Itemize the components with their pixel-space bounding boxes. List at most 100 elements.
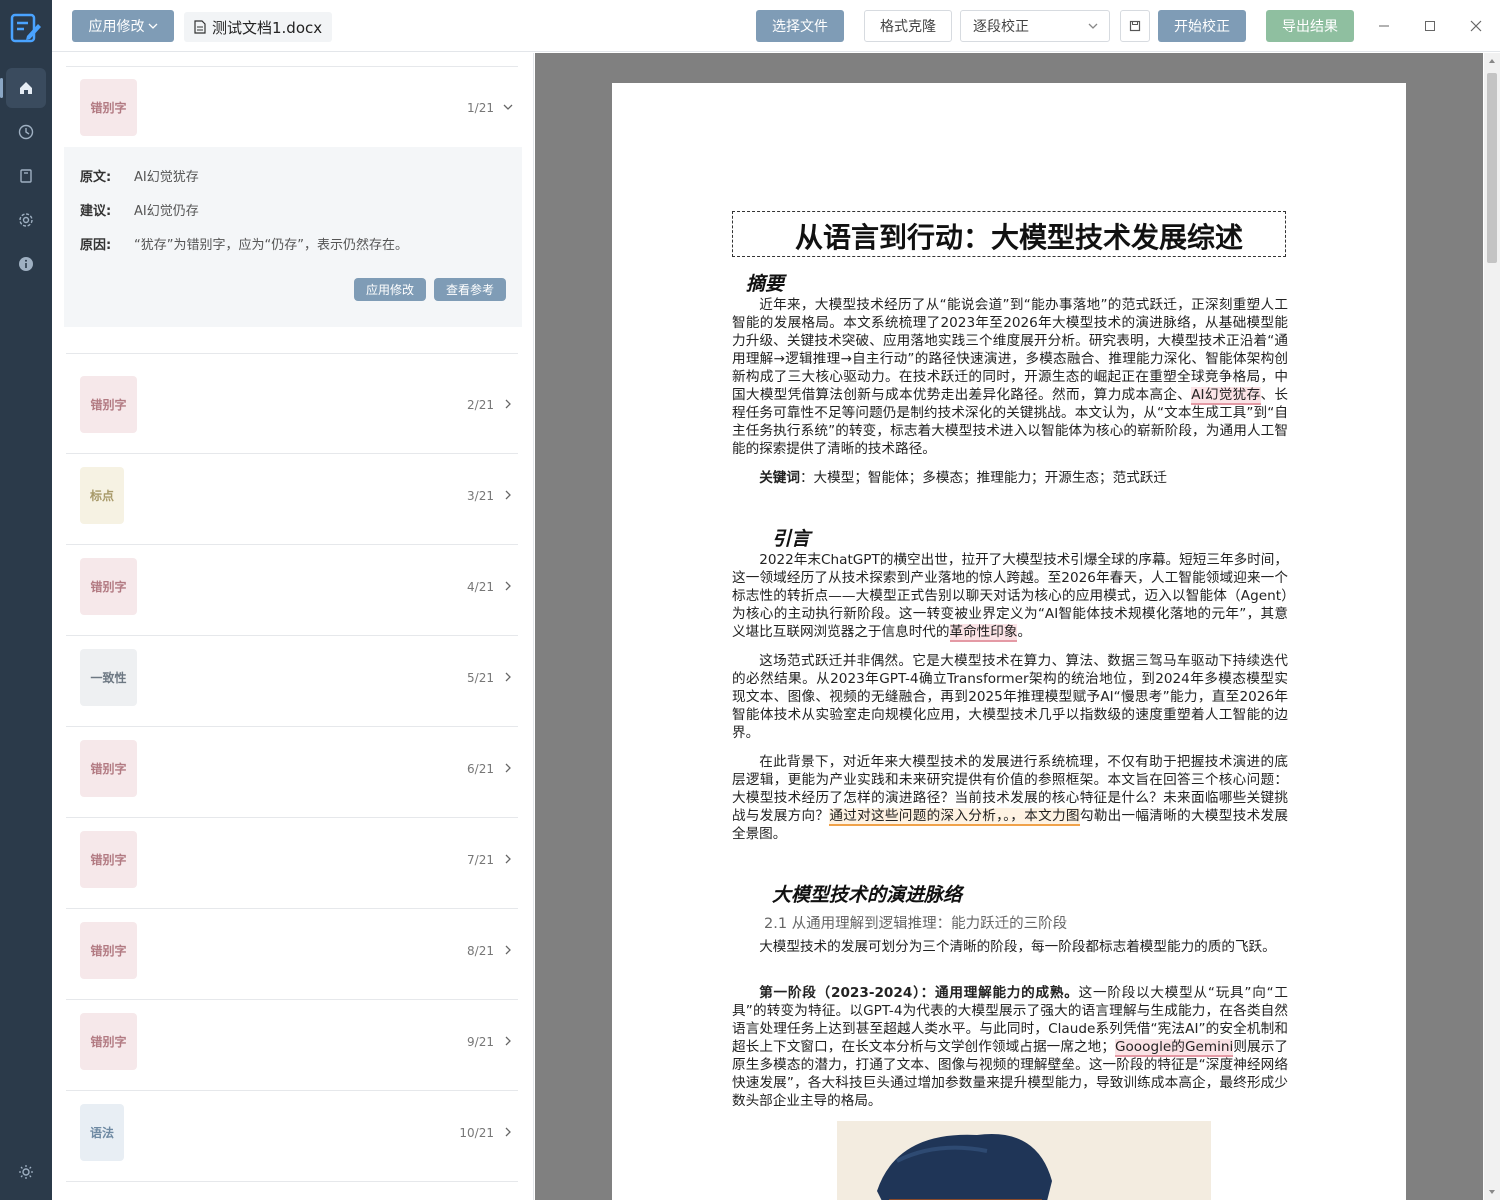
apply-fix-button[interactable]: 应用修改: [354, 278, 426, 301]
issue-count: 2/21: [467, 398, 494, 412]
issue-count: 4/21: [467, 580, 494, 594]
chevron-right-icon[interactable]: [502, 398, 514, 410]
body-paragraph: 大模型技术的发展可划分为三个清晰的阶段，每一阶段都标志着模型能力的质的飞跃。: [759, 939, 1276, 955]
original-text: AI幻觉犹存: [134, 170, 199, 185]
theme-toggle-button[interactable]: [6, 1152, 46, 1192]
chevron-right-icon[interactable]: [502, 1126, 514, 1138]
close-button[interactable]: [1466, 16, 1486, 36]
issue-count: 9/21: [467, 1035, 494, 1049]
about-nav-button[interactable]: [6, 244, 46, 284]
issue-item[interactable]: 错别字 7/21: [66, 819, 518, 909]
view-reference-button[interactable]: 查看参考: [434, 278, 506, 301]
issue-item[interactable]: 错别字 4/21: [66, 546, 518, 636]
divider: [66, 353, 518, 354]
issue-count: 6/21: [467, 762, 494, 776]
issues-panel: 错别字 1/21 原文: AI幻觉犹存 建议: AI幻觉仍存 原因: “犹存”为…: [52, 53, 534, 1200]
apply-dropdown-button[interactable]: 应用修改: [72, 10, 174, 42]
issue-type-badge: 错别字: [80, 79, 137, 136]
issue-count: 5/21: [467, 671, 494, 685]
issue-type-badge: 错别字: [80, 1013, 137, 1070]
suggest-label: 建议:: [80, 204, 112, 219]
library-nav-button[interactable]: [6, 156, 46, 196]
reason-text: “犹存”为错别字，应为“仍存”，表示仍然存在。: [134, 238, 408, 253]
document-title: 从语言到行动：大模型技术发展综述: [732, 211, 1286, 257]
save-icon: [1129, 20, 1141, 32]
chevron-right-icon[interactable]: [502, 580, 514, 592]
apply-dropdown-label: 应用修改: [88, 19, 145, 35]
scroll-up-icon[interactable]: [1484, 55, 1500, 67]
chevron-right-icon[interactable]: [502, 944, 514, 956]
original-label: 原文:: [80, 170, 112, 185]
maximize-icon: [1425, 21, 1435, 31]
history-nav-button[interactable]: [6, 112, 46, 152]
chevron-right-icon[interactable]: [502, 853, 514, 865]
clock-icon: [18, 124, 34, 140]
chevron-down-icon[interactable]: [502, 101, 514, 113]
file-tab[interactable]: 测试文档1.docx: [184, 12, 332, 42]
issue-item[interactable]: 错别字 9/21: [66, 1001, 518, 1091]
scroll-down-icon[interactable]: [1484, 1186, 1500, 1198]
issue-count: 8/21: [467, 944, 494, 958]
suggest-text: AI幻觉仍存: [134, 204, 199, 219]
subsection-heading: 2.1 从通用理解到逻辑推理：能力跃迁的三阶段: [764, 916, 1068, 932]
bold-run: 第一阶段（2023-2024）：通用理解能力的成熟。: [759, 985, 1079, 1001]
mode-select-value: 逐段校正: [973, 19, 1029, 35]
issue-type-badge: 错别字: [80, 558, 137, 615]
abstract-paragraph: 近年来，大模型技术经历了从“能说会道”到“能办事落地”的范式跃迁，正深刻重塑人工…: [732, 296, 1288, 458]
wagon-illustration: [877, 1134, 1052, 1200]
issue-item[interactable]: 语法 10/21: [66, 1092, 518, 1182]
top-toolbar: 应用修改 测试文档1.docx 选择文件 格式克隆 逐段校正 开始校正 导出结果: [52, 0, 1500, 52]
chevron-right-icon[interactable]: [502, 489, 514, 501]
format-clone-button[interactable]: 格式克隆: [864, 10, 952, 42]
body-paragraph: 第一阶段（2023-2024）：通用理解能力的成熟。这一阶段以大模型从“玩具”向…: [732, 984, 1288, 1110]
document-image: [837, 1121, 1211, 1200]
settings-nav-button[interactable]: [6, 200, 46, 240]
issue-count: 10/21: [459, 1126, 494, 1140]
reason-label: 原因:: [80, 238, 112, 253]
chevron-right-icon[interactable]: [502, 762, 514, 774]
issue-type-badge: 错别字: [80, 740, 137, 797]
nav-rail: [0, 0, 52, 1200]
error-mark[interactable]: AI幻觉犹存: [1191, 387, 1261, 405]
keywords-label: 关键词: [759, 470, 800, 486]
issue-item[interactable]: 一致性 5/21: [66, 637, 518, 727]
file-name: 测试文档1.docx: [212, 18, 323, 37]
issue-item[interactable]: 错别字 6/21: [66, 728, 518, 818]
issue-item-expanded[interactable]: 错别字 1/21: [66, 66, 518, 148]
start-proofread-button[interactable]: 开始校正: [1158, 10, 1246, 42]
sun-icon: [19, 1165, 33, 1179]
document-viewer[interactable]: 从语言到行动：大模型技术发展综述 摘要 近年来，大模型技术经历了从“能说会道”到…: [535, 53, 1483, 1200]
issue-item[interactable]: 错别字 2/21: [66, 364, 518, 454]
abstract-heading: 摘要: [746, 273, 785, 295]
minimize-button[interactable]: [1374, 16, 1394, 36]
error-mark[interactable]: 革命性印象: [949, 624, 1018, 642]
error-mark[interactable]: Gooogle的Gemini: [1114, 1039, 1234, 1057]
book-icon: [20, 169, 32, 183]
save-button[interactable]: [1120, 10, 1150, 42]
issue-type-badge: 错别字: [80, 922, 137, 979]
close-icon: [1470, 20, 1482, 32]
chevron-right-icon[interactable]: [502, 1035, 514, 1047]
viewer-scrollbar[interactable]: [1484, 53, 1500, 1200]
issue-count: 1/21: [467, 101, 494, 115]
scrollbar-thumb[interactable]: [1487, 73, 1497, 263]
chevron-right-icon[interactable]: [502, 671, 514, 683]
text-run: 。: [1017, 624, 1032, 640]
maximize-button[interactable]: [1420, 16, 1440, 36]
document-icon: [194, 20, 206, 34]
intro-paragraph: 2022年末ChatGPT的横空出世，拉开了大模型技术引爆全球的序幕。短短三年多…: [732, 551, 1288, 642]
home-nav-button[interactable]: [0, 68, 46, 108]
mode-select[interactable]: 逐段校正: [960, 10, 1110, 42]
issue-type-badge: 错别字: [80, 831, 137, 888]
document-page: 从语言到行动：大模型技术发展综述 摘要 近年来，大模型技术经历了从“能说会道”到…: [612, 83, 1406, 1200]
chevron-down-icon: [1088, 23, 1098, 29]
select-file-button[interactable]: 选择文件: [756, 10, 844, 42]
issue-item[interactable]: 错别字 8/21: [66, 910, 518, 1000]
keywords-paragraph: 关键词：大模型；智能体；多模态；推理能力；开源生态；范式跃迁: [732, 469, 1288, 487]
export-button[interactable]: 导出结果: [1266, 10, 1354, 42]
warning-mark[interactable]: 通过对这些问题的深入分析，。，本文力图: [829, 808, 1080, 826]
home-icon: [20, 82, 32, 94]
info-icon: [19, 257, 33, 271]
section-heading: 大模型技术的演进脉络: [772, 884, 963, 906]
issue-item[interactable]: 标点 3/21: [66, 455, 518, 545]
